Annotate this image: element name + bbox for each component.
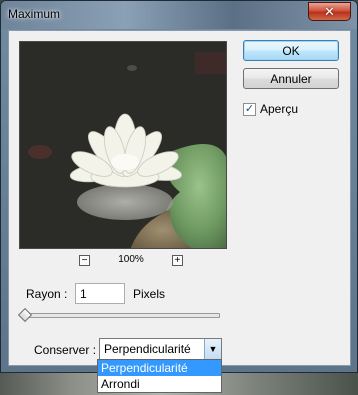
radius-unit: Pixels bbox=[133, 287, 166, 301]
radius-slider[interactable] bbox=[23, 313, 220, 318]
plus-icon: + bbox=[174, 255, 181, 266]
dialog-title: Maximum bbox=[8, 7, 61, 21]
preview-checkbox[interactable]: ✓ bbox=[243, 102, 256, 116]
radius-input[interactable]: 1 bbox=[75, 283, 125, 304]
preview-label: Aperçu bbox=[260, 102, 299, 116]
chevron-down-icon: ▼ bbox=[208, 344, 218, 354]
zoom-in-button[interactable]: + bbox=[172, 255, 183, 266]
dropdown-arrow-button[interactable]: ▼ bbox=[204, 339, 221, 359]
checkmark-icon: ✓ bbox=[244, 102, 255, 115]
option-arrondi[interactable]: Arrondi bbox=[98, 376, 221, 392]
close-button[interactable]: ✕ bbox=[308, 2, 351, 21]
radius-slider-thumb[interactable] bbox=[17, 307, 33, 323]
preserve-options-list: Perpendicularité Arrondi bbox=[97, 359, 222, 393]
title-bar[interactable]: Maximum ✕ bbox=[1, 1, 357, 29]
maximum-dialog: Maximum ✕ OK Annuler ✓ Aperçu − 100% + R… bbox=[0, 0, 358, 373]
zoom-level: 100% bbox=[118, 254, 144, 265]
ok-button[interactable]: OK bbox=[243, 40, 339, 61]
preserve-select[interactable]: Perpendicularité ▼ bbox=[99, 338, 222, 360]
water-lily-image bbox=[20, 42, 226, 248]
preserve-label: Conserver : bbox=[34, 343, 97, 357]
preview-toggle[interactable]: ✓ Aperçu bbox=[243, 102, 298, 116]
zoom-controls: − 100% + bbox=[79, 254, 183, 268]
cancel-button[interactable]: Annuler bbox=[243, 68, 339, 89]
dialog-body: OK Annuler ✓ Aperçu − 100% + Rayon : 1 P… bbox=[8, 30, 351, 366]
close-icon: ✕ bbox=[324, 4, 335, 19]
option-perpendicularite[interactable]: Perpendicularité bbox=[98, 360, 221, 376]
preserve-selected-value: Perpendicularité bbox=[104, 342, 191, 356]
preview-image[interactable] bbox=[19, 41, 227, 249]
radius-label: Rayon : bbox=[26, 287, 68, 301]
